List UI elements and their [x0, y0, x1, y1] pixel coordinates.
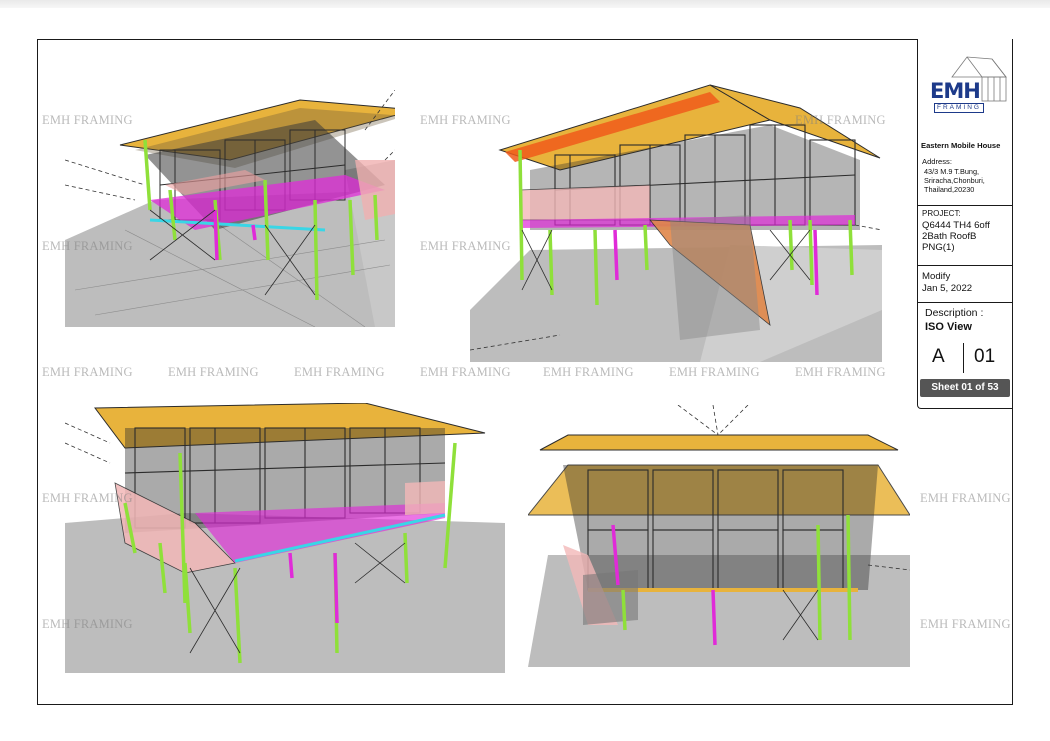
- iso-view-1-drawing: [65, 90, 395, 327]
- project-label: PROJECT:: [922, 209, 961, 218]
- project-name: Q6444 TH4 6off 2Bath RoofB PNG(1): [922, 220, 1010, 253]
- project-line: PNG(1): [922, 242, 955, 253]
- sheet-count-badge: Sheet 01 of 53: [920, 379, 1010, 397]
- divider: [963, 343, 964, 373]
- iso-view-4-drawing: [528, 405, 910, 667]
- title-block: EMH FRAMING Eastern Mobile House Address…: [917, 39, 1013, 409]
- iso-view-3-drawing: [65, 403, 505, 673]
- divider: [918, 302, 1012, 303]
- iso-view-2-drawing: [470, 84, 882, 362]
- address-label: Address:: [922, 157, 952, 166]
- address-line: Sriracha,Chonburi,: [924, 176, 985, 185]
- divider: [918, 265, 1012, 266]
- logo-subtext: FRAMING: [934, 103, 984, 113]
- address-line: Thailand,20230: [924, 185, 975, 194]
- address-line: 43/3 M.9 T.Bung,: [924, 167, 980, 176]
- iso-view-2: [470, 80, 882, 362]
- divider: [918, 205, 1012, 206]
- company-logo: EMH FRAMING: [922, 47, 1010, 121]
- project-line: 2Bath RoofB: [922, 231, 977, 242]
- logo-text: EMH: [930, 79, 981, 103]
- modify-date: Jan 5, 2022: [922, 283, 973, 294]
- iso-view-1: [65, 90, 395, 327]
- iso-view-4: [528, 405, 910, 667]
- company-name: Eastern Mobile House: [921, 141, 1001, 150]
- project-line: Q6444 TH4 6off: [922, 220, 990, 231]
- top-bar: [0, 0, 1050, 8]
- address: 43/3 M.9 T.Bung, Sriracha,Chonburi, Thai…: [924, 167, 1010, 194]
- modify-label: Modify: [922, 271, 951, 282]
- sheet-number: 01: [974, 346, 996, 367]
- revision: A: [932, 346, 945, 367]
- description-label: Description :: [925, 307, 984, 319]
- iso-view-3: [65, 403, 505, 673]
- description: ISO View: [925, 321, 972, 333]
